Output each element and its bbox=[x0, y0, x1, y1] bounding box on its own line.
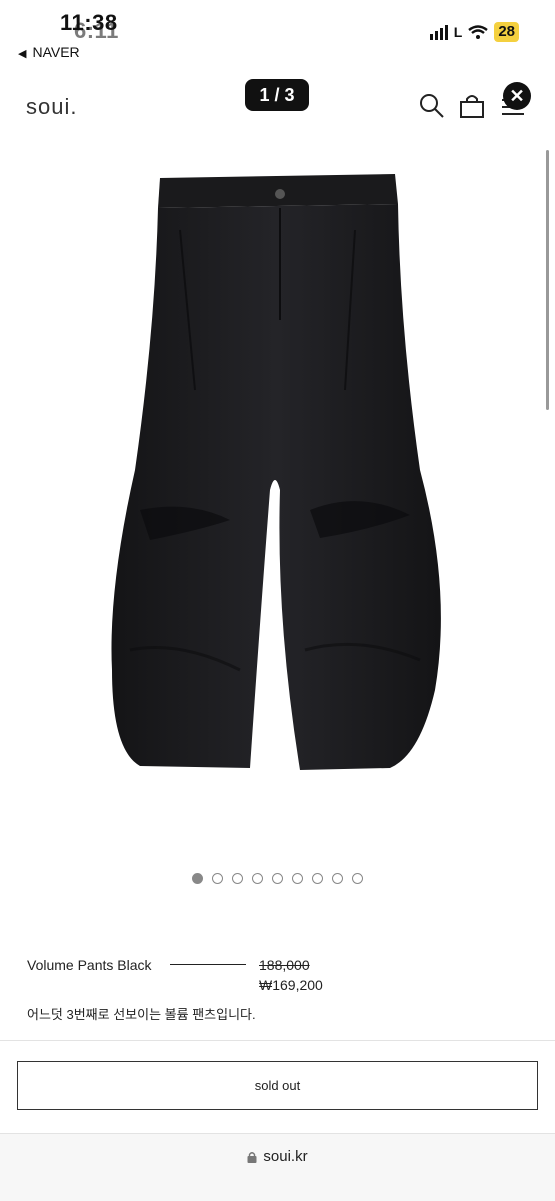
section-divider bbox=[0, 1040, 555, 1041]
back-app-label: NAVER bbox=[32, 44, 80, 60]
gallery-dot[interactable] bbox=[352, 873, 363, 884]
wifi-icon bbox=[468, 25, 489, 39]
scrollbar[interactable] bbox=[546, 150, 549, 410]
browser-bottom-bar bbox=[0, 1133, 555, 1201]
gallery-dot[interactable] bbox=[192, 873, 203, 884]
battery-icon: 28 bbox=[494, 22, 519, 42]
brand-logo[interactable]: soui. bbox=[26, 94, 77, 120]
back-to-app-link[interactable]: ◀ NAVER bbox=[18, 44, 80, 60]
search-icon[interactable] bbox=[418, 92, 446, 120]
sold-out-button[interactable]: sold out bbox=[17, 1061, 538, 1110]
product-name: Volume Pants Black bbox=[27, 957, 152, 973]
gallery-dots bbox=[0, 873, 555, 884]
gallery-dot[interactable] bbox=[272, 873, 283, 884]
back-arrow-icon: ◀ bbox=[18, 48, 27, 60]
product-image[interactable] bbox=[100, 170, 460, 780]
sale-price: ₩169,200 bbox=[259, 977, 323, 993]
status-indicators: L 28 bbox=[429, 22, 519, 42]
signal-icon bbox=[429, 24, 448, 40]
original-price: 188,000 bbox=[259, 957, 310, 973]
url-text: soui.kr bbox=[263, 1148, 308, 1165]
gallery-dot[interactable] bbox=[292, 873, 303, 884]
gallery-dot[interactable] bbox=[332, 873, 343, 884]
clock-time-overlay: 6:11 bbox=[74, 18, 119, 43]
lock-icon bbox=[247, 1151, 257, 1163]
address-bar[interactable]: soui.kr bbox=[0, 1148, 555, 1165]
carrier-label: L bbox=[453, 24, 463, 40]
bag-icon[interactable] bbox=[458, 92, 486, 120]
name-price-divider bbox=[170, 964, 246, 965]
gallery-dot[interactable] bbox=[212, 873, 223, 884]
product-description: 어느덧 3번째로 선보이는 볼륨 팬츠입니다. bbox=[27, 1007, 256, 1022]
image-counter: 1 / 3 bbox=[245, 79, 309, 111]
gallery-dot[interactable] bbox=[252, 873, 263, 884]
status-time: 11:38 6:11 bbox=[60, 10, 118, 43]
gallery-dot[interactable] bbox=[312, 873, 323, 884]
close-icon[interactable]: ✕ bbox=[503, 82, 531, 110]
gallery-dot[interactable] bbox=[232, 873, 243, 884]
